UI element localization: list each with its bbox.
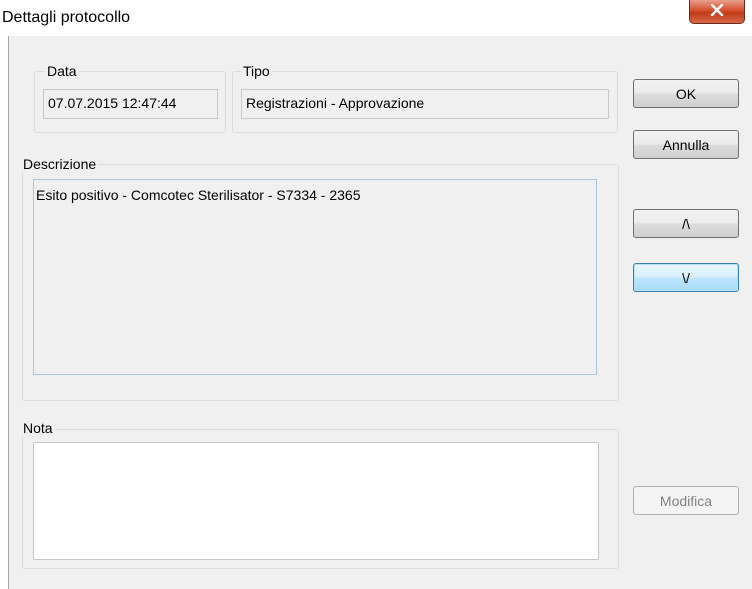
title-bar: Dettagli protocollo: [0, 0, 752, 36]
dialog-client-area: Data 07.07.2015 12:47:44 Tipo Registrazi…: [9, 36, 752, 589]
descrizione-group-label: Descrizione: [21, 156, 99, 172]
data-field: 07.07.2015 12:47:44: [43, 89, 218, 119]
nota-group-label: Nota: [21, 420, 55, 436]
data-group-label: Data: [45, 63, 79, 79]
move-down-button[interactable]: \/: [633, 263, 739, 292]
nota-textarea[interactable]: [33, 442, 599, 560]
modifica-button[interactable]: Modifica: [633, 486, 739, 515]
window-title: Dettagli protocollo: [2, 9, 131, 26]
dialog-window: Dettagli protocollo Data 07.07.2015 12:4…: [0, 0, 752, 589]
close-icon: [710, 3, 724, 21]
tipo-group-label: Tipo: [241, 63, 272, 79]
move-up-button[interactable]: /\: [633, 209, 739, 238]
close-button[interactable]: [689, 0, 745, 24]
tipo-field: Registrazioni - Approvazione: [241, 89, 609, 119]
ok-button[interactable]: OK: [633, 79, 739, 108]
annulla-button[interactable]: Annulla: [633, 130, 739, 159]
descrizione-textarea[interactable]: Esito positivo - Comcotec Sterilisator -…: [33, 179, 597, 375]
